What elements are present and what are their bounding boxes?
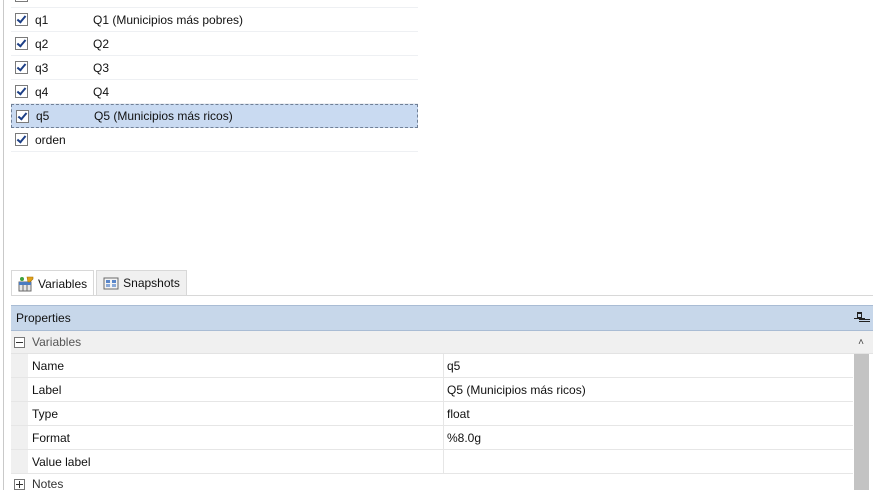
property-name: Name xyxy=(28,354,444,377)
row-gutter xyxy=(11,378,28,401)
properties-rows: Name q5 Label Q5 (Municipios más ricos) … xyxy=(11,354,853,474)
checkbox-checked-icon[interactable] xyxy=(15,13,28,26)
scroll-up-icon[interactable]: ˄ xyxy=(855,335,867,349)
variable-name: q2 xyxy=(35,36,49,51)
property-value[interactable]: float xyxy=(444,402,853,425)
row-gutter xyxy=(11,402,28,425)
variables-list-row-q4[interactable]: q4 Q4 xyxy=(11,80,418,104)
variables-list-row-q5[interactable]: q5 Q5 (Municipios más ricos) xyxy=(11,104,418,128)
variables-list-row-q3[interactable]: q3 Q3 xyxy=(11,56,418,80)
variable-name: q4 xyxy=(35,84,49,99)
property-row-value-label[interactable]: Value label xyxy=(11,450,853,474)
property-value[interactable]: %8.0g xyxy=(444,426,853,449)
property-row-name[interactable]: Name q5 xyxy=(11,354,853,378)
checkbox-checked-icon[interactable] xyxy=(15,85,28,98)
pin-icon[interactable] xyxy=(853,311,867,325)
row-gutter xyxy=(11,450,28,473)
panel-tabs: Variables Snapshots xyxy=(11,270,187,296)
property-row-format[interactable]: Format %8.0g xyxy=(11,426,853,450)
tab-label: Snapshots xyxy=(123,276,180,290)
properties-group-variables[interactable]: Variables ˄ xyxy=(11,331,873,354)
variables-icon xyxy=(18,276,34,292)
variables-list-row[interactable] xyxy=(11,0,418,8)
checkbox-checked-icon[interactable] xyxy=(15,133,28,146)
tab-snapshots[interactable]: Snapshots xyxy=(96,270,187,296)
checkbox-checked-icon[interactable] xyxy=(15,0,28,2)
variable-label: Q1 (Municipios más pobres) xyxy=(93,12,244,27)
properties-title: Properties xyxy=(16,311,71,325)
window-edge xyxy=(3,0,4,490)
variable-name: q3 xyxy=(35,60,49,75)
properties-grid: Variables ˄ Name q5 Label Q5 (Municipios… xyxy=(11,331,873,490)
properties-scrollbar[interactable] xyxy=(854,354,869,490)
property-row-label[interactable]: Label Q5 (Municipios más ricos) xyxy=(11,378,853,402)
checkbox-checked-icon[interactable] xyxy=(15,61,28,74)
expand-icon[interactable] xyxy=(14,478,25,490)
property-name: Label xyxy=(28,378,444,401)
property-value[interactable] xyxy=(444,450,853,473)
checkbox-checked-icon[interactable] xyxy=(15,37,28,50)
group-label: Variables xyxy=(32,335,82,349)
tab-variables[interactable]: Variables xyxy=(11,270,95,296)
stata-variables-window: q1 Q1 (Municipios más pobres) q2 Q2 q3 Q… xyxy=(0,0,873,490)
notes-label: Notes xyxy=(32,477,64,490)
properties-header: Properties xyxy=(11,305,873,331)
collapse-icon[interactable] xyxy=(14,336,25,348)
variable-label: Q5 (Municipios más ricos) xyxy=(94,109,233,123)
property-row-type[interactable]: Type float xyxy=(11,402,853,426)
variable-label: Q3 xyxy=(93,60,110,75)
property-value[interactable]: Q5 (Municipios más ricos) xyxy=(444,378,853,401)
property-name: Type xyxy=(28,402,444,425)
variables-list: q1 Q1 (Municipios más pobres) q2 Q2 q3 Q… xyxy=(11,0,418,152)
variables-list-row-q1[interactable]: q1 Q1 (Municipios más pobres) xyxy=(11,8,418,32)
row-gutter xyxy=(11,354,28,377)
tabs-divider xyxy=(11,295,873,296)
variable-name: q5 xyxy=(36,109,50,123)
row-gutter xyxy=(11,426,28,449)
properties-notes-row[interactable]: Notes xyxy=(11,474,853,490)
checkbox-checked-icon[interactable] xyxy=(16,109,29,123)
scrollbar-thumb[interactable] xyxy=(854,354,869,490)
variables-list-row-orden[interactable]: orden xyxy=(11,128,418,152)
variables-list-row-q2[interactable]: q2 Q2 xyxy=(11,32,418,56)
snapshots-icon xyxy=(103,275,119,291)
property-name: Value label xyxy=(28,450,444,473)
variable-label: Q2 xyxy=(93,36,110,51)
tab-label: Variables xyxy=(38,276,88,291)
property-name: Format xyxy=(28,426,444,449)
variable-label: Q4 xyxy=(93,84,110,99)
variable-name: q1 xyxy=(35,12,49,27)
property-value[interactable]: q5 xyxy=(444,354,853,377)
variable-name: orden xyxy=(35,132,66,147)
